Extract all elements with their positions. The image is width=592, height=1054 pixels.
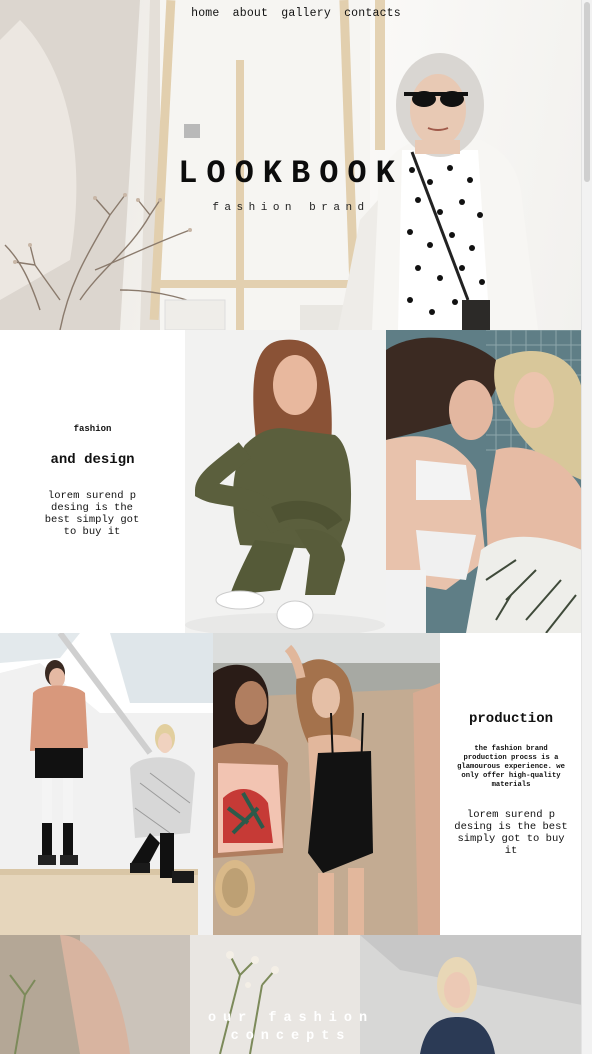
loft-models-image	[0, 633, 213, 935]
concepts-banner[interactable]: our fashion concepts	[0, 935, 582, 1054]
scrollbar-thumb[interactable]	[584, 2, 590, 182]
gallery-photo-beach-models[interactable]	[213, 633, 440, 935]
section-body: lorem surend p desing is the best simply…	[44, 490, 140, 538]
page: home about gallery contacts LOOKBOOK fas…	[0, 0, 582, 1054]
nav-contacts[interactable]: contacts	[344, 7, 401, 20]
production-intro: the fashion brand production procss is a…	[457, 745, 565, 789]
hero-subtitle: fashion brand	[212, 202, 370, 214]
gallery-photo-seated-model[interactable]	[185, 330, 386, 633]
nav-home[interactable]: home	[191, 7, 219, 20]
production-text-block: production the fashion brand production …	[440, 633, 582, 935]
section-heading: and design	[50, 452, 135, 468]
vertical-scrollbar[interactable]	[581, 0, 592, 1054]
beach-models-image	[213, 633, 440, 935]
gallery-photo-loft-models[interactable]	[0, 633, 213, 935]
two-models-image	[386, 330, 582, 633]
gallery-photo-two-models[interactable]	[386, 330, 582, 633]
seated-model-image	[185, 330, 386, 633]
main-nav: home about gallery contacts	[0, 7, 582, 20]
banner-line1: our fashion	[207, 1011, 375, 1026]
nav-about[interactable]: about	[233, 7, 269, 20]
hero-title: LOOKBOOK	[178, 155, 404, 192]
fashion-design-text-block: fashion and design lorem surend p desing…	[0, 330, 185, 633]
section-eyebrow: fashion	[73, 424, 112, 434]
nav-gallery[interactable]: gallery	[281, 7, 331, 20]
production-body: lorem surend p desing is the best simply…	[454, 809, 568, 857]
production-heading: production	[468, 711, 553, 727]
banner-line2: concepts	[230, 1029, 352, 1044]
hero-section: home about gallery contacts LOOKBOOK fas…	[0, 0, 582, 330]
